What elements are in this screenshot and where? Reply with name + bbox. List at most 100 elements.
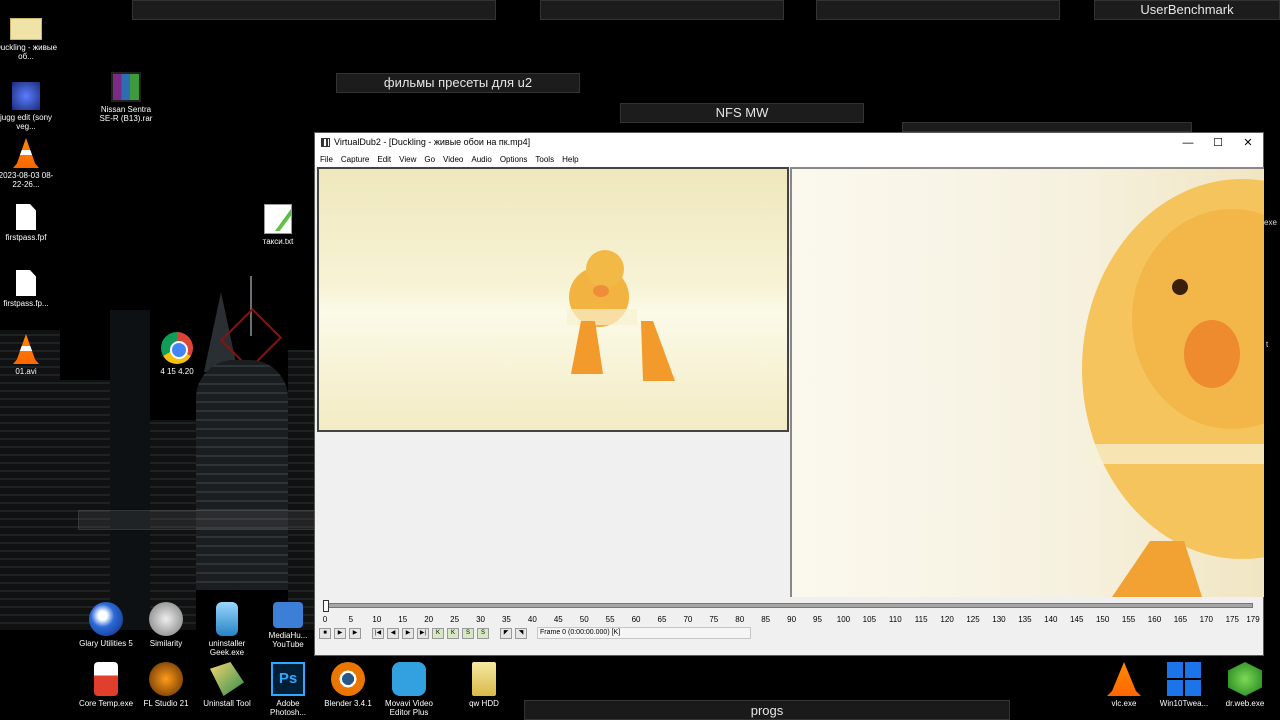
tick-label: 155: [1121, 615, 1136, 624]
output-video-pane[interactable]: [790, 167, 1264, 597]
taskbar-similarity[interactable]: Similarity: [136, 602, 196, 648]
menu-options[interactable]: Options: [500, 153, 533, 167]
text-file-icon: [264, 204, 292, 234]
tick-label: 35: [501, 615, 511, 624]
tick-label: 20: [424, 615, 434, 624]
desktop-bar-1[interactable]: [132, 0, 496, 20]
offscreen-icon-label: t: [1266, 340, 1269, 349]
go-end-icon[interactable]: ▶|: [417, 627, 429, 639]
taskbar-vlc[interactable]: vlc.exe: [1094, 662, 1154, 708]
taskbar-fl-studio[interactable]: FL Studio 21: [136, 662, 196, 708]
tick-label: 0: [322, 615, 328, 624]
menu-go[interactable]: Go: [424, 153, 440, 167]
taskbar-blender[interactable]: Blender 3.4.1: [318, 662, 378, 708]
photoshop-icon: Ps: [271, 662, 305, 696]
playback-toolbar: ■ ▶ ▶ |◀ ◀ ▶ ▶| K K S S ◤ ◥: [319, 627, 530, 639]
desktop-icon-jugg-edit[interactable]: jugg edit (sony veg...: [0, 82, 58, 131]
tick-label: 30: [476, 615, 485, 624]
input-video-pane[interactable]: [317, 167, 789, 432]
tick-label: 165: [1173, 615, 1188, 624]
taskbar-core-temp[interactable]: Core Temp.exe: [76, 662, 136, 708]
icon-label: Duckling - живые об...: [0, 43, 58, 61]
go-start-icon[interactable]: |◀: [372, 627, 384, 639]
menu-view[interactable]: View: [399, 153, 421, 167]
taskbar-label: Adobe Photosh...: [269, 699, 307, 717]
desktop-icon-taxi-txt[interactable]: такси.txt: [246, 204, 310, 246]
play-output-icon[interactable]: ▶: [349, 627, 361, 639]
close-button[interactable]: ✕: [1233, 133, 1263, 153]
file-icon: [16, 204, 36, 230]
icon-label: firstpass.fp...: [3, 299, 49, 308]
desktop-icon-chrome[interactable]: 4 15 4.20: [145, 332, 209, 376]
qw-hdd-icon: [472, 662, 496, 696]
tick-label: 100: [836, 615, 851, 624]
tick-label: 80: [735, 615, 745, 624]
icon-label: Nissan Sentra SE-R (B13).rar: [99, 105, 153, 123]
mark-out-icon[interactable]: ◥: [515, 627, 527, 639]
maximize-button[interactable]: ☐: [1203, 133, 1233, 153]
userbenchmark-bar[interactable]: UserBenchmark: [1094, 0, 1280, 20]
desktop-bar-2[interactable]: [540, 0, 784, 20]
virtualdub-app-icon: [321, 138, 330, 147]
desktop-bar-hidden[interactable]: [902, 122, 1192, 132]
taskbar-glary-utilities[interactable]: Glary Utilities 5: [76, 602, 136, 648]
taskbar-uninstaller-geek[interactable]: uninstaller Geek.exe: [197, 602, 257, 657]
tick-label: 170: [1199, 615, 1214, 624]
desktop-icon-recording[interactable]: 2023-08-03 08-22-26...: [0, 138, 58, 189]
drweb-icon: [1228, 662, 1262, 696]
tick-label: 140: [1044, 615, 1058, 624]
icon-label: 2023-08-03 08-22-26...: [0, 171, 54, 189]
step-forward-icon[interactable]: ▶: [402, 627, 414, 639]
menu-tools[interactable]: Tools: [535, 153, 559, 167]
menu-video[interactable]: Video: [443, 153, 468, 167]
stop-icon[interactable]: ■: [319, 627, 331, 639]
desktop-icon-01-avi[interactable]: 01.avi: [0, 334, 58, 376]
next-keyframe-icon[interactable]: K: [447, 627, 459, 639]
menu-edit[interactable]: Edit: [377, 153, 396, 167]
step-back-icon[interactable]: ◀: [387, 627, 399, 639]
progs-bar[interactable]: progs: [524, 700, 1010, 720]
scene-back-icon[interactable]: S: [462, 627, 474, 639]
play-input-icon[interactable]: ▶: [334, 627, 346, 639]
timeline-ticks: 0 5 10 15 20 25 30 35 40 45 50 55 60 65 70 75 80 85 90 95 10…: [322, 611, 1260, 627]
tick-label: 90: [787, 615, 797, 624]
taskbar-win10tweaker[interactable]: Win10Twea...: [1154, 662, 1214, 708]
menu-file[interactable]: File: [320, 153, 338, 167]
menu-audio[interactable]: Audio: [471, 153, 496, 167]
menu-help[interactable]: Help: [562, 153, 583, 167]
taskbar-uninstall-tool[interactable]: Uninstall Tool: [197, 662, 257, 708]
minimize-button[interactable]: —: [1173, 133, 1203, 153]
scene-forward-icon[interactable]: S: [477, 627, 489, 639]
taskbar-drweb[interactable]: dr.web.exe: [1215, 662, 1275, 708]
title-bar[interactable]: VirtualDub2 - [Duckling - живые обои на …: [315, 133, 1263, 153]
nfs-mw-bar[interactable]: NFS MW: [620, 103, 864, 123]
taskbar-label: MediaHu... YouTube: [268, 631, 308, 649]
taskbar-label: Uninstall Tool: [203, 699, 251, 708]
taskbar-label: Blender 3.4.1: [324, 699, 372, 708]
tick-label: 55: [605, 615, 615, 624]
taskbar-photoshop[interactable]: Ps Adobe Photosh...: [258, 662, 318, 717]
offscreen-icon-label: exe: [1264, 218, 1277, 227]
taskbar-label: vlc.exe: [1111, 699, 1137, 708]
desktop-icon-firstpass-fpf[interactable]: firstpass.fpf: [0, 204, 58, 242]
vlc-icon: [13, 334, 39, 364]
taskbar-qw-hdd[interactable]: qw HDD: [454, 662, 514, 708]
desktop-icon-nissan-rar[interactable]: Nissan Sentra SE-R (B13).rar: [94, 72, 158, 123]
desktop-bar-3[interactable]: [816, 0, 1060, 20]
presets-folder-bar[interactable]: фильмы пресеты для u2: [336, 73, 580, 93]
taskbar-label: Win10Twea...: [1159, 699, 1209, 708]
taskbar-label: Core Temp.exe: [78, 699, 134, 708]
prev-keyframe-icon[interactable]: K: [432, 627, 444, 639]
virtualdub-window[interactable]: VirtualDub2 - [Duckling - живые обои на …: [314, 132, 1264, 656]
chrome-icon: [161, 332, 193, 364]
tick-label: 125: [966, 615, 980, 624]
position-slider[interactable]: [323, 600, 1255, 612]
taskbar-mediahuman[interactable]: MediaHu... YouTube: [258, 602, 318, 649]
menu-capture[interactable]: Capture: [341, 153, 374, 167]
desktop-icon-firstpass-fp[interactable]: firstpass.fp...: [0, 270, 58, 308]
desktop-icon-duckling[interactable]: Duckling - живые об...: [0, 18, 58, 61]
tick-label: 25: [450, 615, 460, 624]
taskbar-movavi[interactable]: Movavi Video Editor Plus: [379, 662, 439, 717]
slider-track[interactable]: [325, 603, 1253, 608]
mark-in-icon[interactable]: ◤: [500, 627, 512, 639]
